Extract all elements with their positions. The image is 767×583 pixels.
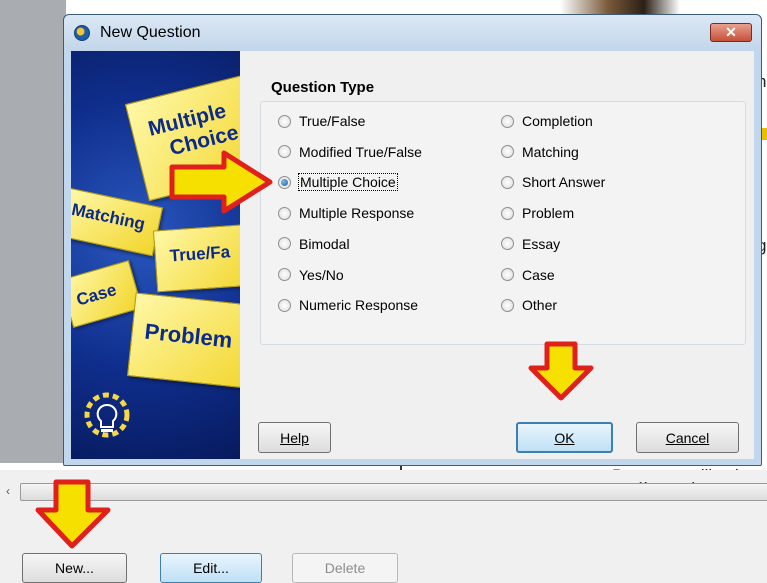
- question-type-option[interactable]: Numeric Response: [278, 295, 418, 315]
- radio-button[interactable]: [501, 114, 514, 128]
- question-type-option[interactable]: Bimodal: [278, 234, 350, 254]
- edit-question-button[interactable]: Edit...: [160, 553, 262, 583]
- radio-button[interactable]: [278, 206, 291, 220]
- question-type-option[interactable]: Essay: [501, 234, 560, 254]
- banner-card-text: Case: [74, 280, 119, 310]
- question-type-option[interactable]: True/False: [278, 111, 365, 131]
- dialog-body: Multiple Choice Matching True/Fa Case Pr…: [71, 51, 754, 459]
- radio-button[interactable]: [501, 206, 514, 220]
- new-question-dialog: New Question ✕ Multiple Choice Matching …: [63, 14, 762, 466]
- delete-question-button[interactable]: Delete: [292, 553, 398, 583]
- radio-button[interactable]: [278, 145, 291, 159]
- ok-button-label: OK: [554, 429, 575, 446]
- radio-button[interactable]: [278, 114, 291, 128]
- radio-button[interactable]: [501, 145, 514, 159]
- question-types-banner-image: Multiple Choice Matching True/Fa Case Pr…: [71, 51, 240, 459]
- scroll-left-arrow-icon[interactable]: ‹: [6, 484, 10, 498]
- question-type-option-label: Bimodal: [299, 235, 350, 252]
- down-arrow-annotation-icon: [35, 479, 111, 549]
- question-type-option-label: Multiple Choice: [298, 173, 398, 192]
- ok-button[interactable]: OK: [516, 422, 613, 453]
- banner-card-problem: Problem: [126, 292, 240, 390]
- dialog-titlebar[interactable]: New Question ✕: [64, 15, 761, 51]
- banner-card-text: Problem: [143, 318, 234, 353]
- down-arrow-annotation-icon: [528, 341, 594, 401]
- dialog-title: New Question: [100, 24, 201, 41]
- cancel-button[interactable]: Cancel: [636, 422, 739, 453]
- radio-button[interactable]: [501, 268, 514, 281]
- question-type-option[interactable]: Case: [501, 265, 555, 285]
- radio-button-selected[interactable]: [278, 175, 291, 189]
- help-button[interactable]: Help: [258, 422, 331, 453]
- background-image-snippet: [560, 0, 680, 14]
- question-type-option-label: Short Answer: [522, 174, 606, 191]
- app-logo-icon: [74, 25, 90, 41]
- question-type-option[interactable]: Matching: [501, 142, 579, 162]
- close-icon: ✕: [725, 24, 737, 40]
- radio-button[interactable]: [278, 268, 291, 281]
- question-type-option-label: Essay: [522, 235, 561, 252]
- question-type-option[interactable]: Problem: [501, 203, 574, 223]
- question-type-option[interactable]: Short Answer: [501, 172, 605, 192]
- radio-button[interactable]: [501, 237, 514, 251]
- background-panel: [0, 0, 66, 463]
- banner-card-case: Case: [71, 260, 143, 328]
- banner-card-text: Matching: [71, 199, 147, 234]
- lightbulb-icon: [84, 392, 130, 438]
- question-type-option[interactable]: Modified True/False: [278, 142, 422, 162]
- question-type-option-label: Case: [522, 266, 555, 283]
- banner-card-true-false: True/Fa: [152, 223, 240, 293]
- horizontal-scrollbar[interactable]: [20, 483, 767, 501]
- question-type-option-label: Other: [522, 297, 558, 314]
- question-type-option[interactable]: Multiple Response: [278, 203, 414, 223]
- banner-card-text: True/Fa: [169, 242, 231, 266]
- right-arrow-annotation-icon: [169, 150, 273, 214]
- question-type-option[interactable]: Other: [501, 295, 557, 315]
- question-type-option[interactable]: Completion: [501, 111, 593, 131]
- close-button[interactable]: ✕: [710, 23, 752, 42]
- question-type-option-label: True/False: [299, 113, 366, 129]
- question-type-option[interactable]: Yes/No: [278, 265, 344, 285]
- question-type-option-label: Matching: [522, 143, 579, 160]
- question-type-option-label: Numeric Response: [299, 297, 419, 314]
- new-question-button[interactable]: New...: [22, 553, 127, 583]
- question-type-option-label: Problem: [522, 205, 575, 222]
- question-type-option-label: Multiple Response: [299, 205, 415, 222]
- separator: [0, 470, 767, 482]
- edit-button-label: Edit...: [193, 560, 229, 576]
- radio-button[interactable]: [278, 237, 291, 251]
- help-button-label: Help: [280, 429, 309, 446]
- radio-button[interactable]: [501, 298, 514, 312]
- cancel-button-label: Cancel: [665, 429, 710, 446]
- radio-button[interactable]: [501, 175, 514, 189]
- radio-button[interactable]: [278, 298, 291, 312]
- new-button-label: New...: [55, 560, 94, 576]
- question-type-option-label: Modified True/False: [299, 143, 422, 160]
- question-type-group-title: Question Type: [271, 79, 375, 96]
- question-type-option[interactable]: Multiple Choice: [278, 172, 398, 192]
- question-type-option-label: Yes/No: [299, 266, 344, 283]
- question-type-option-label: Completion: [522, 113, 593, 129]
- background-highlight: [762, 128, 767, 140]
- delete-button-label: Delete: [324, 560, 366, 576]
